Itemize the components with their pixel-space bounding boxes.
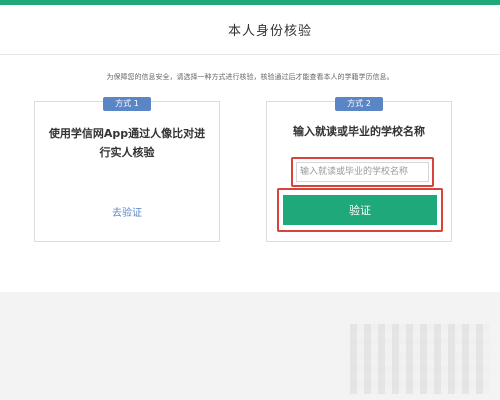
page-footer-area [0,292,500,400]
button-highlight-box: 验证 [277,188,443,232]
method-badge: 方式 1 [103,97,151,111]
page-title: 本人身份核验 [227,24,312,39]
go-verify-link[interactable]: 去验证 [35,204,219,219]
security-notice: 为保障您的信息安全，请选择一种方式进行核验，核验通过后才能查看本人的学籍学历信息… [106,73,394,81]
method-title: 使用学信网App通过人像比对进行实人核验 [48,127,206,159]
verify-button[interactable]: 验证 [283,195,437,225]
method-card-school: 方式 2 输入就读或毕业的学校名称 验证 [266,97,452,242]
method-badge: 方式 2 [335,97,383,111]
method-card-app: 方式 1 使用学信网App通过人像比对进行实人核验 去验证 [34,97,220,242]
input-highlight-box [291,157,434,187]
pixelated-watermark [350,324,490,394]
page-header: 本人身份核验 [0,5,500,55]
method-title: 输入就读或毕业的学校名称 [293,125,425,138]
school-name-input[interactable] [296,162,429,182]
